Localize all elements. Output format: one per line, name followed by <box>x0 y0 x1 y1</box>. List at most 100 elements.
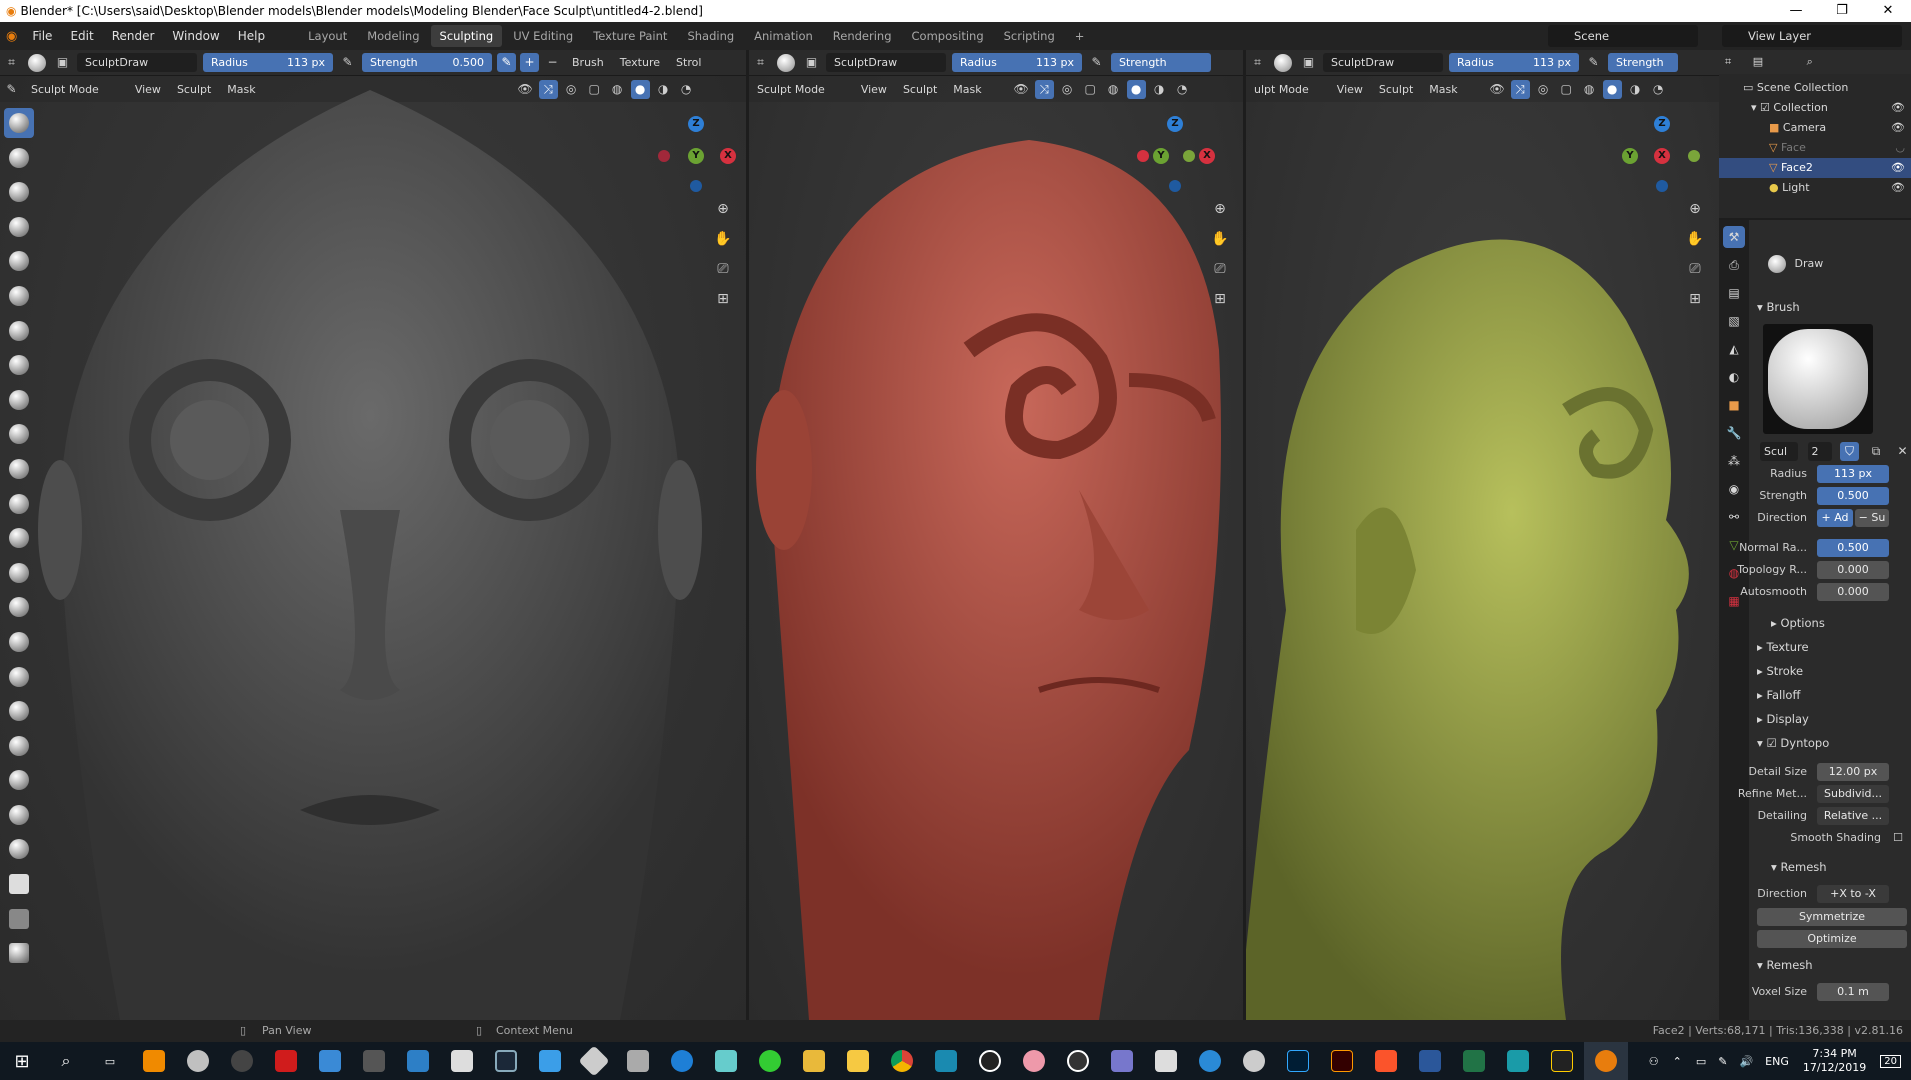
zoom-icon[interactable]: ⊕ <box>712 198 734 220</box>
app-icon[interactable] <box>308 1042 352 1080</box>
view-layer-selector[interactable]: View Layer <box>1722 25 1902 47</box>
search-icon[interactable]: ⌕ <box>1807 55 1813 68</box>
viewport-side[interactable]: ⌗ ▣ SculptDraw Radius 113 px ✎ Strength u… <box>1246 50 1719 1020</box>
tab-modeling[interactable]: Modeling <box>358 25 428 47</box>
brush-datablock-field[interactable]: Scul <box>1760 442 1798 461</box>
photoshop-icon[interactable] <box>1276 1042 1320 1080</box>
x-axis-icon[interactable]: X <box>720 148 736 164</box>
world-tab-icon[interactable]: ◐ <box>1723 366 1745 388</box>
ortho-grid-icon[interactable]: ⊞ <box>1209 288 1231 310</box>
nudge-tool[interactable] <box>4 731 34 761</box>
eye-icon[interactable]: 👁 <box>1891 98 1905 118</box>
app-icon[interactable] <box>1232 1042 1276 1080</box>
detailing-dropdown[interactable]: Relative ... <box>1817 807 1889 825</box>
z-axis-icon[interactable]: Z <box>688 116 704 132</box>
tab-compositing[interactable]: Compositing <box>903 25 993 47</box>
neg-z-axis-icon[interactable] <box>690 180 702 192</box>
people-icon[interactable]: ⚇ <box>1649 1055 1659 1068</box>
app-icon[interactable] <box>748 1042 792 1080</box>
app-icon[interactable] <box>176 1042 220 1080</box>
app-icon[interactable] <box>1188 1042 1232 1080</box>
mask-tool[interactable] <box>4 834 34 864</box>
close-button[interactable]: ✕ <box>1865 0 1911 22</box>
pan-hand-icon[interactable]: ✋ <box>712 228 734 250</box>
y-axis-icon[interactable]: Y <box>688 148 704 164</box>
dyntopo-section[interactable]: ▾ ☑ Dyntopo <box>1757 732 1907 754</box>
obs-icon[interactable] <box>220 1042 264 1080</box>
viewport-front[interactable]: ⌗ ▣ SculptDraw Radius 113 px ✎ Strength 0.… <box>0 50 746 1020</box>
particles-tab-icon[interactable]: ⁂ <box>1723 450 1745 472</box>
direction-add-button[interactable]: + Ad <box>1817 509 1853 527</box>
elastic-deform-tool[interactable] <box>4 592 34 622</box>
notification-icon[interactable]: 20 <box>1880 1054 1901 1068</box>
optimize-button[interactable]: Optimize <box>1757 930 1907 948</box>
network-icon[interactable]: ▭ <box>1696 1055 1706 1068</box>
eye-icon[interactable]: 👁 <box>1891 118 1905 138</box>
inflate-tool[interactable] <box>4 281 34 311</box>
tab-sculpting[interactable]: Sculpting <box>430 25 503 47</box>
volume-icon[interactable]: 🔊 <box>1739 1055 1753 1068</box>
chrome-icon[interactable] <box>880 1042 924 1080</box>
duplicate-icon[interactable]: ⧉ <box>1867 442 1886 461</box>
strength-field[interactable]: 0.500 <box>1817 487 1889 505</box>
mesh-filter-tool[interactable] <box>4 938 34 968</box>
camera-view-icon[interactable]: ⎚ <box>712 258 734 280</box>
direction-subtract-button[interactable]: − Su <box>1855 509 1889 527</box>
draw-tool[interactable] <box>4 108 34 138</box>
outliner-item-camera[interactable]: ■ Camera 👁 <box>1719 118 1911 138</box>
box-mask-tool[interactable] <box>4 869 34 899</box>
ortho-grid-icon[interactable]: ⊞ <box>1684 288 1706 310</box>
app-icon[interactable] <box>396 1042 440 1080</box>
dyntopo-checkbox-icon[interactable]: ☑ <box>1766 736 1776 750</box>
smooth-tool[interactable] <box>4 385 34 415</box>
menu-file[interactable]: File <box>23 29 61 43</box>
maximize-button[interactable]: ❐ <box>1819 0 1865 22</box>
clay-strips-tool[interactable] <box>4 212 34 242</box>
zoom-icon[interactable]: ⊕ <box>1209 198 1231 220</box>
flash-icon[interactable] <box>264 1042 308 1080</box>
grab-tool[interactable] <box>4 558 34 588</box>
zoom-icon[interactable]: ⊕ <box>1684 198 1706 220</box>
normal-radius-field[interactable]: 0.500 <box>1817 539 1889 557</box>
tab-scripting[interactable]: Scripting <box>995 25 1064 47</box>
stroke-section[interactable]: ▸ Stroke <box>1757 660 1907 682</box>
menu-render[interactable]: Render <box>103 29 164 43</box>
physics-tab-icon[interactable]: ◉ <box>1723 478 1745 500</box>
falloff-section[interactable]: ▸ Falloff <box>1757 684 1907 706</box>
unlink-icon[interactable]: ✕ <box>1893 442 1911 461</box>
camera-view-icon[interactable]: ⎚ <box>1684 258 1706 280</box>
simplify-tool[interactable] <box>4 800 34 830</box>
pan-hand-icon[interactable]: ✋ <box>1209 228 1231 250</box>
z-axis-icon[interactable]: Z <box>1654 116 1670 132</box>
x-axis-icon[interactable]: X <box>1199 148 1215 164</box>
scene-tab-icon[interactable]: ◭ <box>1723 338 1745 360</box>
tab-shading[interactable]: Shading <box>678 25 743 47</box>
crease-tool[interactable] <box>4 350 34 380</box>
neg-z-axis-icon[interactable] <box>1656 180 1668 192</box>
app-icon[interactable] <box>528 1042 572 1080</box>
view-layer-tab-icon[interactable]: ▧ <box>1723 310 1745 332</box>
tab-layout[interactable]: Layout <box>299 25 356 47</box>
media-player-icon[interactable] <box>968 1042 1012 1080</box>
menu-edit[interactable]: Edit <box>61 29 102 43</box>
pinch-tool[interactable] <box>4 523 34 553</box>
illustrator-icon[interactable] <box>1320 1042 1364 1080</box>
vlc-icon[interactable] <box>132 1042 176 1080</box>
autosmooth-field[interactable]: 0.000 <box>1817 583 1889 601</box>
outliner-item-light[interactable]: ● Light 👁 <box>1719 178 1911 198</box>
smooth-shading-checkbox-icon[interactable]: ☐ <box>1893 828 1903 848</box>
task-view-icon[interactable]: ▭ <box>88 1042 132 1080</box>
symmetrize-button[interactable]: Symmetrize <box>1757 908 1907 926</box>
remesh-subpanel[interactable]: ▾ Remesh <box>1771 856 1907 878</box>
z-axis-icon[interactable]: Z <box>1167 116 1183 132</box>
x-axis-icon[interactable]: X <box>1654 148 1670 164</box>
app-icon[interactable] <box>792 1042 836 1080</box>
layer-tool[interactable] <box>4 246 34 276</box>
display-mode-icon[interactable]: ▤ <box>1753 55 1763 68</box>
outliner-scene-collection[interactable]: ▭ Scene Collection <box>1719 78 1911 98</box>
radius-field[interactable]: 113 px <box>1817 465 1889 483</box>
neg-z-axis-icon[interactable] <box>1169 180 1181 192</box>
blender-taskbar-icon[interactable] <box>1584 1042 1628 1080</box>
brush-section-header[interactable]: ▾ Brush <box>1757 296 1907 318</box>
app-icon[interactable] <box>1100 1042 1144 1080</box>
